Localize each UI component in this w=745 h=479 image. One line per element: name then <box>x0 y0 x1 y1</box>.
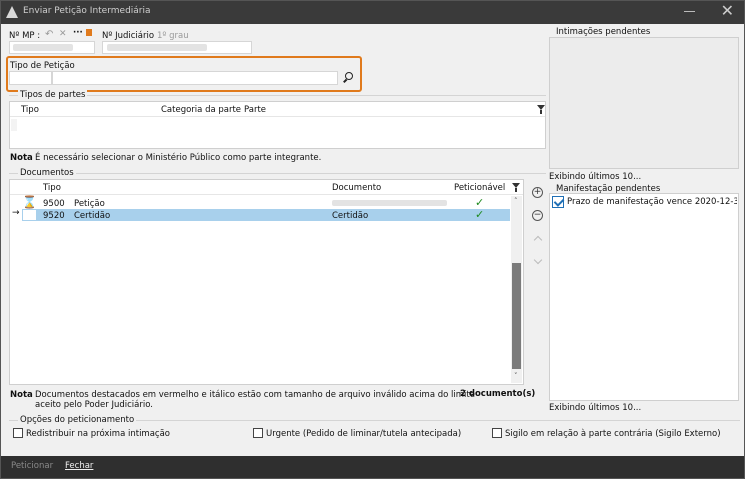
intimacoes-footer[interactable]: Exibindo últimos 10... <box>549 172 641 182</box>
intimacoes-list[interactable] <box>549 37 739 169</box>
move-down-icon[interactable] <box>533 255 543 265</box>
opcoes-label: Opções do peticionamento <box>18 415 137 425</box>
title-bar: Enviar Petição Intermediária ✕ <box>1 1 744 24</box>
undo-icon[interactable]: ↶ <box>45 29 53 40</box>
doc-col-tipo[interactable]: Tipo <box>43 183 61 193</box>
doc-row-2-check-icon: ✓ <box>475 208 485 221</box>
judiciario-label: Nº Judiciário <box>102 31 155 41</box>
manifestacao-list[interactable] <box>549 193 739 401</box>
doc-col-documento[interactable]: Documento <box>332 183 381 193</box>
col-categoria[interactable]: Categoria da parte <box>161 105 241 115</box>
row-pointer-icon: → <box>12 208 20 218</box>
doc-row-2-code[interactable]: 9520 <box>43 211 65 221</box>
fechar-button[interactable]: Fechar <box>65 461 93 471</box>
more-icon[interactable]: ··· <box>73 28 83 38</box>
col-parte[interactable]: Parte <box>244 105 266 115</box>
tipos-partes-label: Tipos de partes <box>18 90 88 100</box>
app-logo-icon <box>6 6 18 18</box>
remove-document-button[interactable]: − <box>532 210 543 221</box>
document-count: 2 documento(s) <box>460 389 536 399</box>
add-document-button[interactable]: + <box>532 187 543 198</box>
redistribuir-label[interactable]: Redistribuir na próxima intimação <box>26 429 170 439</box>
doc-row-2-cell[interactable] <box>22 209 37 221</box>
nota-partes-prefix: Nota <box>10 153 33 163</box>
doc-header-separator <box>10 194 523 195</box>
enviar-peticao-window: Enviar Petição Intermediária ✕ Nº MP : ↶… <box>0 0 745 479</box>
tipo-peticao-label: Tipo de Petição <box>10 61 75 71</box>
mp-label: Nº MP : <box>9 31 41 41</box>
filter-stem <box>540 110 542 114</box>
doc-row-1-code[interactable]: 9500 <box>43 199 65 209</box>
documentos-label: Documentos <box>18 168 76 178</box>
urgente-label[interactable]: Urgente (Pedido de liminar/tutela anteci… <box>266 429 461 439</box>
grau-label: 1º grau <box>157 31 189 41</box>
doc-row-2-documento[interactable]: Certidão <box>332 211 368 221</box>
doc-filter-stem <box>515 188 517 192</box>
nota-partes-text: É necessário selecionar o Ministério Púb… <box>35 153 322 163</box>
documentos-divider <box>9 173 546 174</box>
scroll-up-icon[interactable]: ˄ <box>514 197 518 205</box>
tipo-peticao-code-input[interactable] <box>9 71 52 85</box>
window-title: Enviar Petição Intermediária <box>23 6 151 16</box>
manifestacao-item-checkbox[interactable] <box>552 196 564 208</box>
move-up-icon[interactable] <box>533 235 543 245</box>
doc-col-peticionavel[interactable]: Peticionável <box>454 183 505 193</box>
doc-row-2-name[interactable]: Certidão <box>74 211 110 221</box>
urgente-checkbox[interactable] <box>253 428 263 438</box>
intimacoes-label: Intimações pendentes <box>556 27 651 37</box>
manifestacao-item-text[interactable]: Prazo de manifestação vence 2020-12-30 0… <box>567 197 737 207</box>
scroll-down-icon[interactable]: ˅ <box>514 372 518 380</box>
manifestacao-footer[interactable]: Exibindo últimos 10... <box>549 403 641 413</box>
sigilo-checkbox[interactable] <box>492 428 502 438</box>
nota-docs-line2: aceito pelo Poder Judiciário. <box>35 400 153 410</box>
judiciario-number-value <box>107 44 207 51</box>
col-tipo[interactable]: Tipo <box>21 105 39 115</box>
header-row-separator <box>10 116 545 117</box>
flag-icon <box>86 29 92 36</box>
doc-row-1-name[interactable]: Petição <box>74 199 105 209</box>
sigilo-label[interactable]: Sigilo em relação à parte contrária (Sig… <box>505 429 721 439</box>
nota-docs-prefix: Nota <box>10 390 33 400</box>
mp-number-value <box>13 44 73 51</box>
tipo-peticao-input[interactable] <box>52 71 338 85</box>
minimize-button[interactable] <box>684 5 696 17</box>
row-indicator <box>11 119 17 131</box>
hourglass-icon: ⌛ <box>22 195 37 209</box>
peticionar-button[interactable]: Peticionar <box>11 461 53 471</box>
close-small-icon[interactable]: ✕ <box>59 29 67 39</box>
scroll-thumb[interactable] <box>512 263 521 369</box>
search-icon[interactable] <box>339 70 357 86</box>
doc-row-1-documento <box>332 200 447 206</box>
tipos-partes-divider <box>9 95 546 96</box>
nota-docs-line1: Documentos destacados em vermelho e itál… <box>35 390 475 400</box>
footer-bar: Peticionar Fechar <box>1 456 744 478</box>
redistribuir-checkbox[interactable] <box>13 428 23 438</box>
tipos-partes-grid[interactable] <box>9 101 546 149</box>
close-button[interactable]: ✕ <box>721 3 734 19</box>
